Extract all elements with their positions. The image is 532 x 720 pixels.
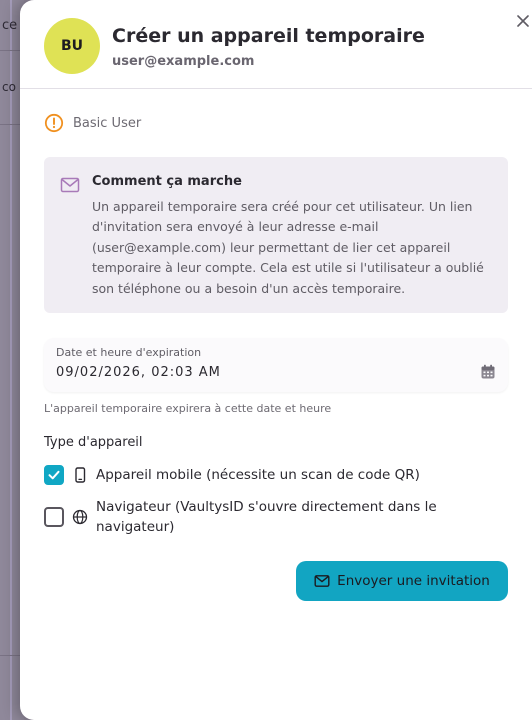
send-invitation-button[interactable]: Envoyer une invitation xyxy=(296,561,508,601)
expiration-input[interactable]: 09/02/2026, 02:03 AM xyxy=(56,365,221,380)
checkmark-icon xyxy=(48,470,60,480)
mail-icon xyxy=(60,177,80,193)
browser-option-label: Navigateur (VaultysID s'ouvre directemen… xyxy=(96,499,437,535)
warning-circle-icon xyxy=(44,113,64,133)
mobile-checkbox[interactable] xyxy=(44,465,64,485)
background-text-fragment: ce xyxy=(2,18,18,33)
globe-icon xyxy=(72,509,88,525)
expiration-label: Date et heure d'expiration xyxy=(56,346,202,359)
info-body: Un appareil temporaire sera créé pour ce… xyxy=(92,199,484,296)
modal-header: BU Créer un appareil temporaire user@exa… xyxy=(44,16,504,76)
calendar-icon[interactable] xyxy=(480,364,496,380)
close-button[interactable] xyxy=(514,12,532,30)
expiration-datetime-field[interactable]: Date et heure d'expiration 09/02/2026, 0… xyxy=(44,338,508,392)
smartphone-icon xyxy=(75,467,86,483)
close-icon xyxy=(517,15,529,27)
device-option-browser[interactable]: Navigateur (VaultysID s'ouvre directemen… xyxy=(44,497,476,537)
send-invitation-label: Envoyer une invitation xyxy=(337,573,490,589)
header-text: Créer un appareil temporaire user@exampl… xyxy=(112,24,425,69)
info-title: Comment ça marche xyxy=(92,174,242,189)
browser-checkbox[interactable] xyxy=(44,507,64,527)
expiration-help-text: L'appareil temporaire expirera à cette d… xyxy=(44,402,332,415)
device-option-mobile[interactable]: Appareil mobile (nécessite un scan de co… xyxy=(44,465,476,485)
create-temp-device-modal: BU Créer un appareil temporaire user@exa… xyxy=(20,0,532,720)
background-divider xyxy=(10,0,12,720)
user-role: Basic User xyxy=(44,113,141,133)
header-divider xyxy=(20,88,532,89)
how-it-works-box: Comment ça marche Un appareil temporaire… xyxy=(44,157,508,313)
device-type-title: Type d'appareil xyxy=(44,435,143,450)
modal-title: Créer un appareil temporaire xyxy=(112,24,425,47)
mail-icon xyxy=(314,575,330,587)
user-email: user@example.com xyxy=(112,53,255,69)
role-label: Basic User xyxy=(73,115,142,131)
mobile-option-label: Appareil mobile (nécessite un scan de co… xyxy=(96,467,420,483)
avatar: BU xyxy=(44,18,100,74)
background-text-fragment: co xyxy=(2,80,16,94)
